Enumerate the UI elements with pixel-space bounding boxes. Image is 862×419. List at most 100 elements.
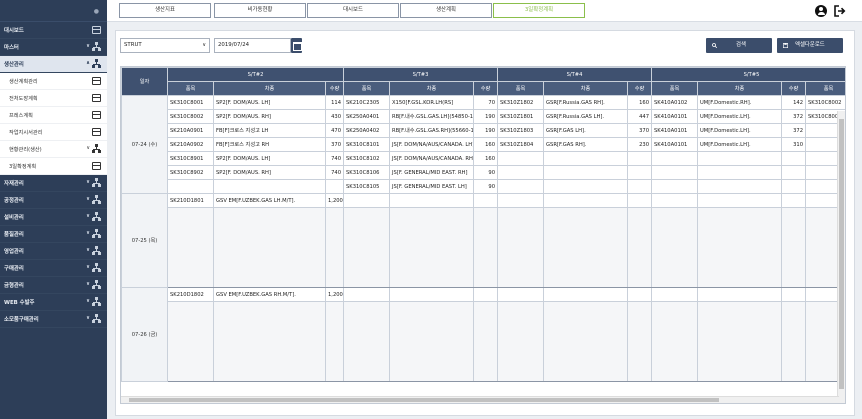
sidebar-item-6[interactable]: 작업지시서관리 (0, 124, 107, 141)
car-type-cell: JS[F. DOM/NA/AUS/CANADA. LH] (389, 137, 474, 152)
quantity-cell: 370 (627, 123, 652, 138)
car-type-cell (697, 193, 782, 208)
sidebar-item-10[interactable]: 공정관리 ∨ (0, 192, 107, 209)
item-cell: SK410A0101 (651, 123, 698, 138)
column-header-item: 품목 (167, 81, 214, 96)
table-row[interactable]: SK210A0901 FB[F]크로스 지성고 LH 470 SK250A0402 RB… (122, 123, 845, 138)
sidebar-item-13[interactable]: 영업관리 ∨ (0, 243, 107, 260)
sidebar-item-4[interactable]: 전처도장계획 (0, 90, 107, 107)
vertical-scrollbar[interactable] (837, 111, 845, 403)
car-type-cell: X150[F.GSL.KOR.LH(RS] (389, 95, 474, 110)
table-row[interactable]: SK310C8002 SP2[F. DOM/AUS. RH] 430 SK250A04… (122, 109, 845, 124)
chevron-down-icon: ∨ (85, 247, 90, 253)
sidebar-item-17[interactable]: 소모품구매관리 ∨ (0, 311, 107, 328)
sidebar-item-7[interactable]: 현황관리(생산) ∨ (0, 141, 107, 158)
table-row[interactable]: 07-25 (목) SK210D1801 GSV EM[F.UZBEK.GAS LH… (121, 193, 845, 288)
sidebar-item-9[interactable]: 자재관리 ∨ (0, 175, 107, 192)
quantity-cell: 447 (627, 109, 652, 124)
sidebar-item-16[interactable]: WEB 수발주 ∨ (0, 294, 107, 311)
quantity-cell: 190 (473, 109, 498, 124)
item-cell: SK410A0101 (651, 137, 698, 152)
table-row[interactable]: SK310C8901 SP2[F. DOM/AUS. LH] 740 SK310C81… (122, 151, 845, 166)
quantity-cell: 1,200 (325, 193, 344, 208)
sidebar-item-11[interactable]: 설비관리 ∨ (0, 209, 107, 226)
chevron-down-icon: ∨ (85, 298, 90, 304)
empty-cell (167, 301, 214, 382)
item-cell: SK210D1802 (167, 287, 214, 302)
tab-production-index[interactable]: 생산지표 (119, 3, 211, 18)
sidebar-item-label: 구매관리 (4, 266, 24, 272)
plan-table: 일자 S/T#2 S/T#3 S/T#4 S/T#5 품목 차종 수량 품목 차종 수량 품목 차종 수량… (121, 67, 845, 382)
table-row[interactable]: 07-24 (수) SK310C8001 SP2[F. DOM/AUS. LH] 11… (121, 95, 845, 194)
sidebar-item-3[interactable]: 생산계획관리 (0, 73, 107, 90)
tab-3day-plan[interactable]: 3일확정계획 (493, 3, 585, 18)
empty-cell (627, 207, 652, 288)
item-cell: SK410A0102 (651, 95, 698, 110)
table-row[interactable]: SK310C8902 SP2[F. DOM/AUS. RH] 740 SK310C81… (122, 165, 845, 180)
calendar-icon[interactable] (291, 38, 302, 53)
plan-grid: 일자 S/T#2 S/T#3 S/T#4 S/T#5 품목 차종 수량 품목 차종 수량 품목 차종 수량… (120, 66, 846, 404)
sidebar-item-label: 자재관리 (4, 181, 24, 187)
sidebar-item-label: 설비관리 (4, 215, 24, 221)
sidebar-item-15[interactable]: 금형관리 ∨ (0, 277, 107, 294)
main-area: STRUT ∨ 2019/07/24 검색 엑셀다운로드 일자 S/T#2 S/T#… (107, 22, 862, 419)
car-type-cell: SP2[F. DOM/AUS. LH] (213, 151, 326, 166)
collapse-icon[interactable]: ● (94, 8, 99, 15)
window-icon (92, 26, 101, 34)
column-header-qty: 수량 (473, 81, 498, 96)
sidebar-item-label: WEB 수발주 (4, 300, 35, 306)
empty-cell (781, 301, 806, 382)
sidebar-item-14[interactable]: 구매관리 ∨ (0, 260, 107, 277)
tab-dashboard[interactable]: 대시보드 (307, 3, 399, 18)
item-cell (497, 165, 544, 180)
sidebar-item-0[interactable]: 대시보드 (0, 22, 107, 39)
tree-icon (92, 59, 101, 68)
date-input[interactable]: 2019/07/24 (214, 38, 291, 53)
quantity-cell (325, 179, 344, 194)
table-row[interactable]: SK210A0902 FB[F]크로스 지성고 RH 370 SK310C8101 JS… (122, 137, 845, 152)
sidebar-item-12[interactable]: 품질관리 ∨ (0, 226, 107, 243)
tab-production-plan[interactable]: 생산계획 (400, 3, 492, 18)
item-cell: SK310Z1803 (497, 123, 544, 138)
horizontal-scrollbar[interactable] (121, 396, 839, 403)
tab-downtime[interactable]: 비가동현황 (214, 3, 306, 18)
window-icon (92, 94, 101, 102)
line-select[interactable]: STRUT ∨ (120, 38, 210, 53)
horizontal-scroll-thumb[interactable] (129, 398, 719, 402)
sidebar-item-label: 금형관리 (4, 283, 24, 289)
quantity-cell (627, 193, 652, 208)
sidebar-item-1[interactable]: 마스터 ∨ (0, 39, 107, 56)
search-button[interactable]: 검색 (706, 38, 772, 53)
empty-cell (497, 301, 544, 382)
station-header: S/T#4 (497, 67, 652, 82)
empty-cell (213, 207, 326, 288)
quantity-cell: 160 (627, 95, 652, 110)
quantity-cell: 90 (473, 179, 498, 194)
date-cell: 07-26 (금) (121, 287, 168, 382)
line-select-value: STRUT (124, 42, 142, 48)
sidebar-item-5[interactable]: 프레스계획 (0, 107, 107, 124)
item-cell (651, 151, 698, 166)
tree-icon (92, 263, 101, 272)
item-cell: SK210D1801 (167, 193, 214, 208)
item-cell (497, 287, 544, 302)
table-row[interactable]: 07-26 (금) SK210D1802 GSV EM[F.UZBEK.GAS RH… (121, 287, 845, 382)
quantity-cell: 160 (473, 137, 498, 152)
vertical-scroll-thumb[interactable] (839, 119, 844, 389)
column-header-item: 품목 (497, 81, 544, 96)
sidebar-item-8[interactable]: 3일확정계획 (0, 158, 107, 175)
empty-cell (627, 301, 652, 382)
user-icon[interactable] (815, 5, 827, 17)
window-icon (92, 128, 101, 136)
logout-icon[interactable] (833, 5, 846, 17)
car-type-cell: RB[F.내수.GSL.GAS.RH](55660-1R (389, 123, 474, 138)
table-row[interactable]: SK310C8105 JS[F. GENERAL/MID EAST. LH] 90 (122, 179, 845, 194)
tree-icon (92, 42, 101, 51)
chevron-down-icon: ∨ (86, 145, 90, 151)
car-type-cell (543, 193, 628, 208)
sidebar-item-2[interactable]: 생산관리 ∧ (0, 56, 107, 73)
excel-download-button[interactable]: 엑셀다운로드 (777, 38, 843, 53)
station-header: S/T#2 (167, 67, 344, 82)
empty-cell (343, 207, 390, 288)
quantity-cell: 70 (473, 95, 498, 110)
